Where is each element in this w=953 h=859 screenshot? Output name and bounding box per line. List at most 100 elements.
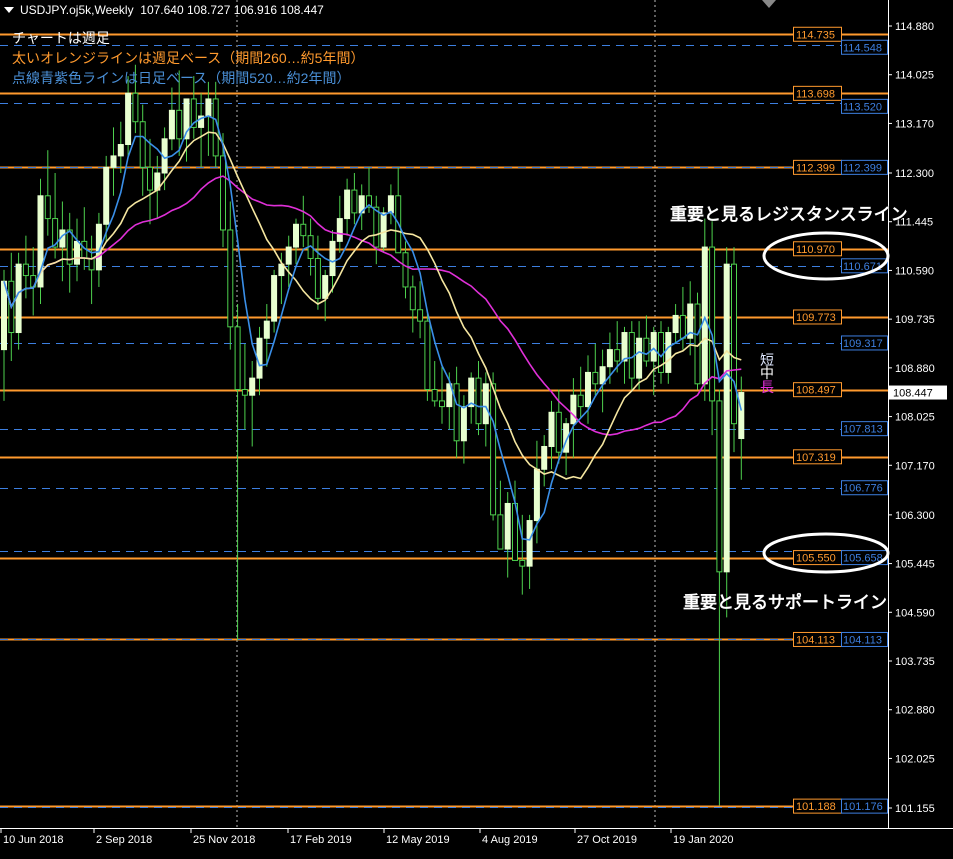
time-tick-label: 4 Aug 2019 [482,834,538,846]
daily-level-label: 114.548 [843,42,882,54]
price-tick-label: 108.880 [895,363,935,375]
price-tick-label: 114.880 [895,21,934,33]
daily-level-label: 113.520 [843,101,882,113]
candle-body [271,275,278,322]
time-tick-label: 10 Jun 2018 [3,834,64,846]
candle-body [672,314,679,334]
note-timeframe: チャートは週足 [12,30,110,46]
candle-body [44,195,51,220]
candle-body [1,280,7,351]
candle-body [227,229,234,328]
candle-body [504,502,511,550]
symbol-label: USDJPY.oj5k,Weekly [20,3,134,17]
candle-body [387,195,394,214]
candle-body [88,257,95,271]
candle-body [117,144,124,157]
candle-body [482,383,489,425]
candle-body [205,98,212,117]
candle-body [519,559,526,567]
time-tick-label: 17 Feb 2019 [290,834,352,846]
candle-body [409,286,416,311]
candle-body [103,166,110,225]
candle-body [497,514,504,550]
candle-body [490,383,497,516]
candle-body [15,263,22,334]
weekly-level-label: 105.550 [796,553,836,565]
candle-body [110,155,117,168]
candle-body [592,371,599,385]
candle-body [570,394,577,425]
candle-body [285,246,292,265]
candle-body [168,109,175,140]
candle-body [439,400,445,408]
level-labels: 114.735 113.698 112.399 110.970 109.773 108.4… [793,26,888,814]
dropdown-triangle-icon[interactable] [4,7,14,14]
candle-body [475,377,482,425]
daily-level-label: 106.776 [843,483,883,495]
candle-body [234,326,241,391]
daily-level-label: 112.399 [843,162,882,174]
candle-body [417,309,424,322]
candle-body [460,406,467,442]
candle-body [643,337,650,362]
candle-body [431,389,438,402]
candlesticks [1,64,745,806]
candle-body [344,189,351,220]
weekly-level-label: 112.399 [796,162,835,174]
resistance-label: 重要と見るレジスタンスライン [670,205,908,224]
candle-body [300,223,307,237]
price-tick-label: 108.025 [895,412,935,424]
weekly-level-label: 114.735 [796,29,835,41]
candle-body [139,121,146,168]
price-tick-label: 103.735 [895,656,935,668]
candle-body [716,400,723,573]
candle-body [636,337,643,379]
candle-body [548,411,555,447]
current-price-label: 108.447 [893,388,933,400]
candle-body [351,189,358,214]
candle-body [132,92,139,123]
time-tick-label: 12 May 2019 [386,834,450,846]
time-tick-label: 2 Sep 2018 [96,834,152,846]
chart-area[interactable]: 114.880 114.025 113.170 112.300 111.445 110.5… [0,0,953,854]
candle-body [380,212,387,248]
weekly-level-label: 101.188 [796,801,836,813]
price-tick-label: 101.155 [895,803,935,815]
price-tick-label: 105.445 [895,559,935,571]
candle-body [263,320,270,339]
support-resistance-levels [0,0,888,828]
candle-body [314,257,321,299]
candle-body [585,371,591,408]
weekly-level-label: 113.698 [796,88,835,100]
moving-averages [3,115,743,541]
ohlc-values: 107.640 108.727 106.916 108.447 [140,3,324,17]
ma-mid-line [3,131,742,480]
candle-body [665,332,672,373]
daily-level-label: 107.813 [843,424,883,436]
weekly-level-label: 107.319 [796,452,836,464]
candle-body [147,166,153,191]
price-chart[interactable]: 114.880114.025113.170112.300111.445110.5… [0,0,953,854]
note-blue-lines: 点線青紫色ラインは日足ベース（期間520…約2年間） [12,70,351,86]
price-tick-label: 102.880 [895,705,935,717]
candle-body [541,445,548,470]
candle-body [329,240,336,277]
candle-body [701,246,708,385]
weekly-level-label: 104.113 [796,634,835,646]
price-tick-label: 110.590 [895,265,934,277]
candle-body [220,155,226,231]
candle-body [424,320,431,391]
daily-level-label: 101.176 [843,801,883,813]
candle-body [621,332,628,362]
candle-body [22,263,29,277]
chart-shift-icon[interactable] [762,0,776,8]
ma-long-line [3,175,742,436]
chart-header: USDJPY.oj5k,Weekly 107.640 108.727 106.9… [0,2,760,18]
weekly-level-label: 109.773 [796,312,836,324]
candle-body [599,366,606,385]
candle-body [402,252,409,288]
daily-level-label: 109.317 [843,338,883,350]
candle-body [249,377,256,396]
candle-body [650,332,657,362]
time-tick-label: 25 Nov 2018 [193,834,255,846]
